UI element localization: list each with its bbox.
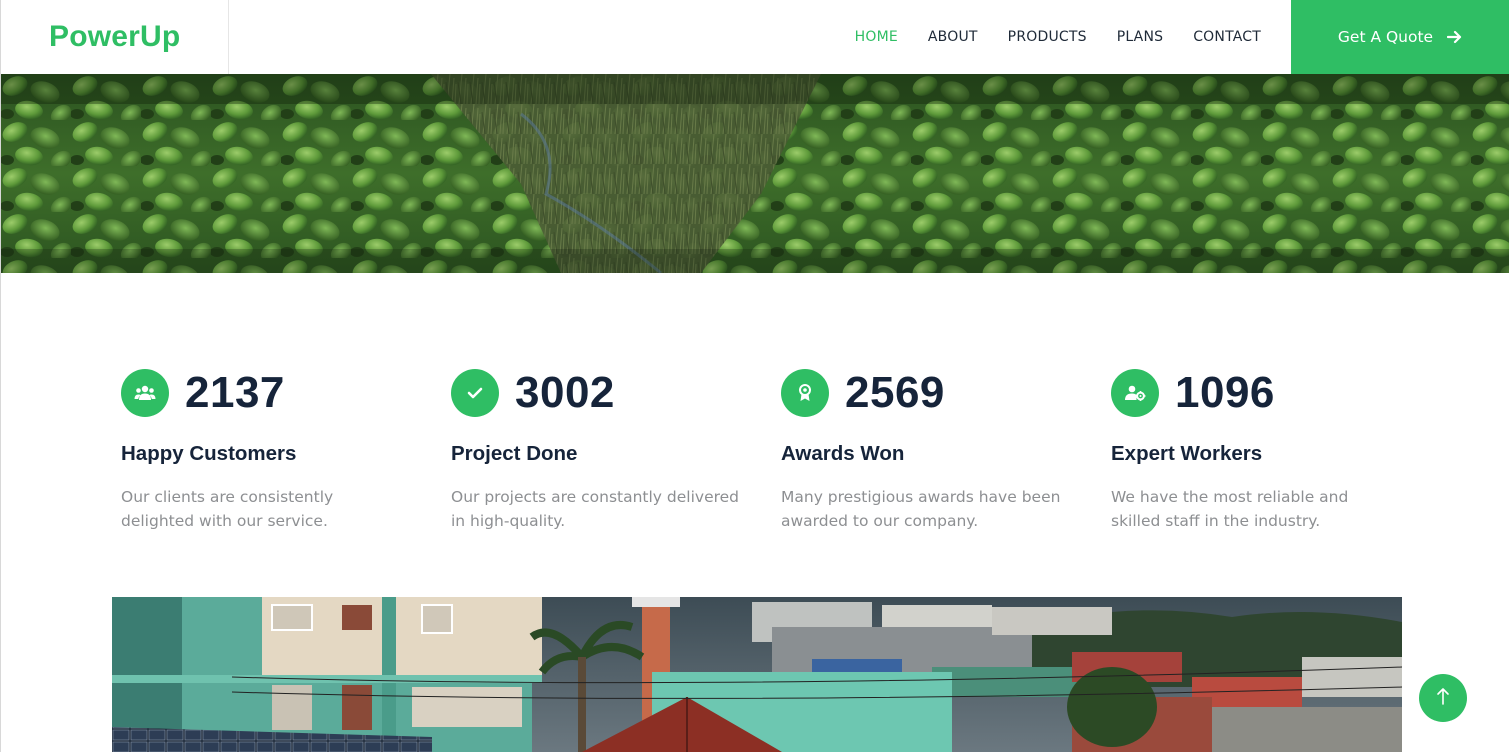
stat-projects-done: 3002 Project Done Our projects are const… [451,368,751,533]
nav-link-home[interactable]: HOME [855,29,898,45]
town-solar-image [112,597,1402,752]
stat-value: 3002 [515,368,615,417]
page-left-border [0,597,1,752]
stat-expert-workers: 1096 Expert Workers We have the most rel… [1111,368,1411,533]
stat-happy-customers: 2137 Happy Customers Our clients are con… [121,368,421,533]
brand-container: PowerUp [1,0,229,74]
arrow-up-icon [1436,687,1450,710]
get-quote-label: Get A Quote [1337,28,1434,46]
users-icon [121,369,169,417]
award-icon [781,369,829,417]
arrow-right-icon [1447,30,1462,44]
nav-link-contact[interactable]: CONTACT [1193,29,1261,45]
stat-description: Our clients are consistently delighted w… [121,488,334,530]
brand-logo[interactable]: PowerUp [49,20,180,54]
stat-title: Project Done [451,442,578,465]
stat-title: Expert Workers [1111,442,1263,465]
stat-value: 2137 [185,368,285,417]
stat-value: 2569 [845,368,945,417]
stat-description: We have the most reliable and skilled st… [1111,488,1349,530]
nav-link-about[interactable]: ABOUT [928,29,978,45]
stat-description: Many prestigious awards have been awarde… [781,488,1061,530]
hero-foliage-image [0,74,1509,273]
nav-link-products[interactable]: PRODUCTS [1008,29,1087,45]
get-quote-button[interactable]: Get A Quote [1291,0,1509,74]
stat-title: Happy Customers [121,442,297,465]
stat-description: Our projects are constantly delivered in… [451,488,740,530]
back-to-top-button[interactable] [1419,674,1467,722]
main-nav: HOME ABOUT PRODUCTS PLANS CONTACT [855,0,1291,74]
user-gear-icon [1111,369,1159,417]
stats-section: 2137 Happy Customers Our clients are con… [0,273,1509,597]
nav-link-plans[interactable]: PLANS [1117,29,1164,45]
stat-value: 1096 [1175,368,1275,417]
check-icon [451,369,499,417]
stat-title: Awards Won [781,442,905,465]
stat-awards-won: 2569 Awards Won Many prestigious awards … [781,368,1081,533]
navbar: PowerUp HOME ABOUT PRODUCTS PLANS CONTAC… [0,0,1509,74]
